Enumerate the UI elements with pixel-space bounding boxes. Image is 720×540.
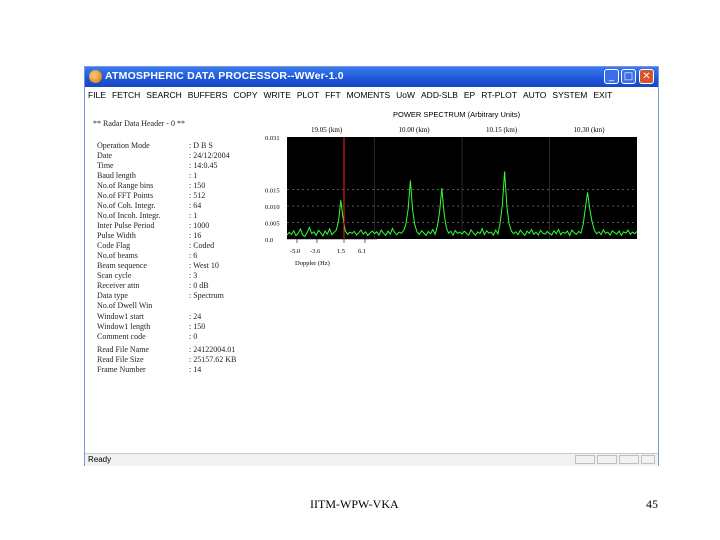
app-window: ATMOSPHERIC DATA PROCESSOR--WWer-1.0 _ □…	[84, 66, 659, 466]
info-value: : 25157.62 KB	[189, 355, 237, 364]
menu-item-file[interactable]: FILE	[85, 87, 109, 103]
y-tick-label: 0.031	[265, 135, 280, 142]
info-value: : Coded	[189, 241, 215, 250]
info-header: ** Radar Data Header - 0 **	[93, 119, 185, 128]
menu-item-fft[interactable]: FFT	[322, 87, 344, 103]
range-label: 10.30 (km)	[574, 126, 606, 134]
info-value: : 24/12/2004	[189, 151, 230, 160]
status-pane	[575, 455, 595, 464]
menu-item-write[interactable]: WRITE	[261, 87, 294, 103]
menu-item-plot[interactable]: PLOT	[294, 87, 322, 103]
menu-item-search[interactable]: SEARCH	[143, 87, 184, 103]
x-tick-label: -3.6	[310, 248, 321, 255]
menu-item-add-slb[interactable]: ADD-SLB	[418, 87, 461, 103]
info-label: Time	[97, 161, 114, 170]
status-text: Ready	[88, 455, 112, 464]
info-label: Operation Mode	[97, 141, 150, 150]
y-tick-label: 0.005	[265, 221, 280, 228]
y-tick-label: 0.015	[265, 188, 280, 195]
info-label: Receiver attn	[97, 281, 140, 290]
menu-item-auto[interactable]: AUTO	[520, 87, 549, 103]
info-label: No.of Coh. Integr.	[97, 201, 156, 210]
info-value: : D B S	[189, 141, 213, 150]
menu-item-fetch[interactable]: FETCH	[109, 87, 143, 103]
info-label: Read File Size	[97, 355, 144, 364]
x-tick-label: 1.5	[337, 248, 345, 255]
info-label: No.of FFT Points	[97, 191, 154, 200]
info-label: No.of Range bins	[97, 181, 154, 190]
x-axis-label: Doppler (Hz)	[295, 260, 330, 267]
info-value: : 64	[189, 201, 202, 210]
chart-title: POWER SPECTRUM (Arbitrary Units)	[393, 110, 521, 119]
menu-item-exit[interactable]: EXIT	[590, 87, 615, 103]
info-value: : 512	[189, 191, 206, 200]
info-label: Baud length	[97, 171, 136, 180]
info-value: : 150	[189, 181, 206, 190]
menu-item-copy[interactable]: COPY	[230, 87, 260, 103]
info-value: : 1000	[189, 221, 210, 230]
info-value: : 14:0.45	[189, 161, 218, 170]
range-label: 19.05 (km)	[311, 126, 343, 134]
info-value: : Spectrum	[189, 291, 224, 300]
info-label: Beam sequence	[97, 261, 147, 270]
menu-item-moments[interactable]: MOMENTS	[344, 87, 393, 103]
minimize-button[interactable]: _	[604, 69, 619, 84]
range-label: 10.15 (km)	[486, 126, 518, 134]
slide-footer: IITM-WPW-VKA	[310, 497, 399, 511]
info-value: : 24	[189, 312, 202, 321]
maximize-button[interactable]: □	[621, 69, 636, 84]
resize-grip[interactable]	[641, 455, 655, 464]
info-label: Inter Pulse Period	[97, 221, 155, 230]
x-tick-label: -5.0	[290, 248, 300, 255]
menu-item-uow[interactable]: UoW	[393, 87, 418, 103]
info-label: No.of Incoh. Integr.	[97, 211, 161, 220]
info-label: Data type	[97, 291, 128, 300]
power-spectrum-svg: POWER SPECTRUM (Arbitrary Units) 0.031 0.0…	[265, 110, 638, 267]
info-value: : 0	[189, 332, 198, 341]
menu-bar: FILE FETCH SEARCH BUFFERS COPY WRITE PLOT FFT MO…	[85, 87, 658, 103]
menu-item-system[interactable]: SYSTEM	[549, 87, 590, 103]
info-label: Scan cycle	[97, 271, 132, 280]
info-value: : 3	[189, 271, 198, 280]
info-label: Frame Number	[97, 365, 146, 374]
info-label: Pulse Width	[97, 231, 136, 240]
x-tick-label: 6.1	[358, 248, 366, 255]
close-button[interactable]: ✕	[639, 69, 654, 84]
info-value: : 24122004.01	[189, 345, 236, 354]
info-value: : 14	[189, 365, 202, 374]
info-label: Window1 length	[97, 322, 151, 331]
range-label: 10.00 (km)	[399, 126, 431, 134]
status-bar: Ready	[85, 453, 658, 466]
y-tick-label: 0.010	[265, 204, 280, 211]
y-tick-label: 0.0	[265, 237, 273, 244]
info-label: Window1 start	[97, 312, 145, 321]
info-label: Read File Name	[97, 345, 149, 354]
info-value: : 1	[189, 211, 198, 220]
menu-item-buffers[interactable]: BUFFERS	[185, 87, 231, 103]
info-value: : 6	[189, 251, 198, 260]
info-value: : West 10	[189, 261, 219, 270]
status-pane	[619, 455, 639, 464]
slide-page-number: 45	[646, 497, 658, 511]
info-value: : 0 dB	[189, 281, 209, 290]
app-icon	[89, 70, 102, 83]
window-title: ATMOSPHERIC DATA PROCESSOR--WWer-1.0	[105, 70, 344, 82]
info-label: Code Flag	[97, 241, 131, 250]
info-value: : 150	[189, 322, 206, 331]
menu-item-rt-plot[interactable]: RT-PLOT	[478, 87, 520, 103]
status-pane	[597, 455, 617, 464]
info-label: Comment code	[97, 332, 146, 341]
power-spectrum-chart: POWER SPECTRUM (Arbitrary Units) 0.031 0.0…	[265, 109, 655, 284]
info-label: No.of Dwell Win	[97, 301, 153, 310]
title-bar[interactable]: ATMOSPHERIC DATA PROCESSOR--WWer-1.0 _ □…	[85, 67, 658, 87]
info-value: : 16	[189, 231, 202, 240]
menu-item-ep[interactable]: EP	[461, 87, 478, 103]
info-value: : 1	[189, 171, 198, 180]
info-label: No.of beams	[97, 251, 138, 260]
info-label: Date	[97, 151, 113, 160]
